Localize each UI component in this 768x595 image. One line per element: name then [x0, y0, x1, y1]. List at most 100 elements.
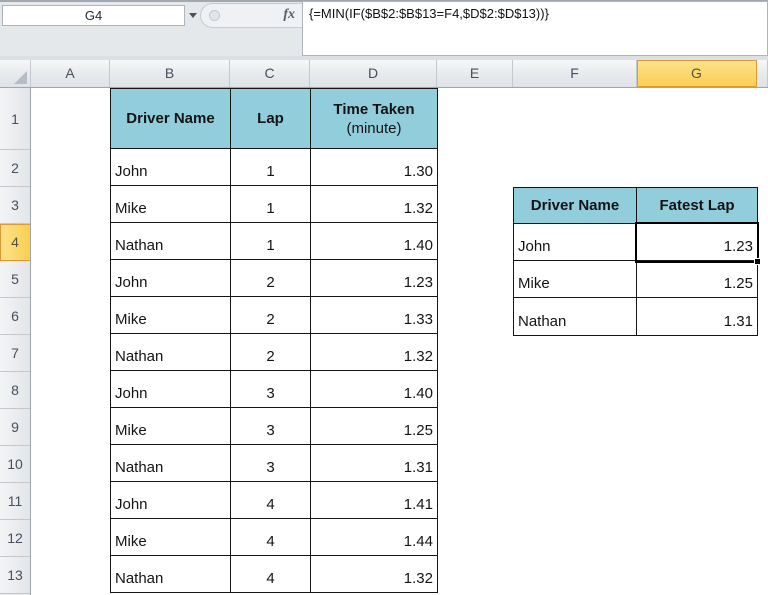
lap-cell[interactable]: 1: [231, 223, 311, 260]
driver-cell[interactable]: John: [111, 482, 231, 519]
time-cell[interactable]: 1.44: [311, 519, 437, 556]
lap-table-header-driver[interactable]: Driver Name: [111, 89, 231, 149]
row-header-8[interactable]: 8: [0, 372, 30, 409]
excel-window: G4 fx {=MIN(IF($B$2:$B$13=F4,$D$2:$D$13)…: [0, 0, 768, 595]
result-table: Driver Name Fatest Lap John 1.23 Mike 1.…: [513, 187, 758, 336]
row-header-13[interactable]: 13: [0, 557, 30, 594]
time-cell[interactable]: 1.33: [311, 297, 437, 334]
table-row: John 4 1.41: [111, 482, 437, 519]
row-header-10[interactable]: 10: [0, 446, 30, 483]
fill-handle[interactable]: [754, 258, 761, 265]
table-row: Mike 2 1.33: [111, 297, 437, 334]
result-value-cell[interactable]: 1.25: [637, 261, 757, 298]
driver-cell[interactable]: Mike: [111, 186, 231, 223]
time-cell[interactable]: 1.23: [311, 260, 437, 297]
table-row: Nathan 4 1.32: [111, 556, 437, 592]
table-row: John 3 1.40: [111, 371, 437, 408]
driver-cell[interactable]: John: [111, 260, 231, 297]
lap-cell[interactable]: 3: [231, 445, 311, 482]
row-header-9[interactable]: 9: [0, 409, 30, 446]
column-header-overflow: [757, 60, 768, 87]
lap-cell[interactable]: 1: [231, 149, 311, 186]
selected-cell-g4[interactable]: 1.23: [637, 224, 757, 261]
table-row: John 1.23: [514, 224, 757, 261]
table-row: Mike 1 1.32: [111, 186, 437, 223]
driver-cell[interactable]: Nathan: [111, 445, 231, 482]
time-cell[interactable]: 1.41: [311, 482, 437, 519]
result-driver-cell[interactable]: John: [514, 224, 637, 261]
column-header-a[interactable]: A: [31, 60, 110, 87]
lap-cell[interactable]: 2: [231, 297, 311, 334]
driver-cell[interactable]: John: [111, 371, 231, 408]
time-cell[interactable]: 1.40: [311, 371, 437, 408]
lap-cell[interactable]: 1: [231, 186, 311, 223]
name-box-dropdown[interactable]: [186, 5, 200, 26]
time-cell[interactable]: 1.32: [311, 556, 437, 592]
result-value-cell[interactable]: 1.31: [637, 298, 757, 335]
column-header-c[interactable]: C: [230, 60, 310, 87]
table-row: Nathan 1.31: [514, 298, 757, 335]
table-row: Nathan 2 1.32: [111, 334, 437, 371]
drag-dot-icon: [209, 10, 220, 21]
lap-cell[interactable]: 3: [231, 408, 311, 445]
lap-table-header-lap[interactable]: Lap: [231, 89, 311, 149]
result-header-driver[interactable]: Driver Name: [514, 188, 637, 224]
driver-cell[interactable]: Nathan: [111, 556, 231, 592]
column-header-b[interactable]: B: [110, 60, 230, 87]
row-header-11[interactable]: 11: [0, 483, 30, 520]
result-driver-cell[interactable]: Mike: [514, 261, 637, 298]
column-header-f[interactable]: F: [513, 60, 637, 87]
time-cell[interactable]: 1.25: [311, 408, 437, 445]
row-header-7[interactable]: 7: [0, 335, 30, 372]
column-header-e[interactable]: E: [437, 60, 513, 87]
lap-cell[interactable]: 2: [231, 334, 311, 371]
driver-cell[interactable]: Nathan: [111, 223, 231, 260]
lap-cell[interactable]: 2: [231, 260, 311, 297]
row-header-12[interactable]: 12: [0, 520, 30, 557]
table-row: John 2 1.23: [111, 260, 437, 297]
lap-table-header-time[interactable]: Time Taken (minute): [311, 89, 437, 149]
insert-function-button[interactable]: fx: [283, 7, 295, 23]
column-header-d[interactable]: D: [310, 60, 437, 87]
table-row: Nathan 1 1.40: [111, 223, 437, 260]
row-header-3[interactable]: 3: [0, 187, 30, 224]
driver-cell[interactable]: Mike: [111, 297, 231, 334]
result-header-fastest-lap[interactable]: Fatest Lap: [637, 188, 757, 224]
select-all-button[interactable]: [0, 60, 31, 87]
row-header-4[interactable]: 4: [0, 224, 30, 261]
name-box[interactable]: G4: [2, 5, 185, 26]
time-header-line1: Time Taken: [333, 100, 415, 118]
time-cell[interactable]: 1.31: [311, 445, 437, 482]
lap-table-header-row: Driver Name Lap Time Taken (minute): [111, 89, 437, 149]
table-row: Mike 3 1.25: [111, 408, 437, 445]
lap-cell[interactable]: 3: [231, 371, 311, 408]
row-header-2[interactable]: 2: [0, 150, 30, 187]
time-cell[interactable]: 1.40: [311, 223, 437, 260]
table-row: John 1 1.30: [111, 149, 437, 186]
table-row: Nathan 3 1.31: [111, 445, 437, 482]
lap-table: Driver Name Lap Time Taken (minute) John…: [110, 88, 438, 593]
time-cell[interactable]: 1.32: [311, 334, 437, 371]
formula-bar: G4 fx {=MIN(IF($B$2:$B$13=F4,$D$2:$D$13)…: [0, 0, 768, 60]
time-header-line2: (minute): [346, 119, 402, 137]
driver-cell[interactable]: Mike: [111, 408, 231, 445]
lap-cell[interactable]: 4: [231, 482, 311, 519]
driver-cell[interactable]: Mike: [111, 519, 231, 556]
select-all-triangle-icon: [14, 71, 27, 84]
result-table-header-row: Driver Name Fatest Lap: [514, 188, 757, 224]
row-header-1[interactable]: 1: [0, 88, 30, 150]
lap-cell[interactable]: 4: [231, 556, 311, 592]
column-header-g[interactable]: G: [637, 60, 757, 87]
result-driver-cell[interactable]: Nathan: [514, 298, 637, 335]
table-row: Mike 1.25: [514, 261, 757, 298]
row-header-5[interactable]: 5: [0, 261, 30, 298]
time-cell[interactable]: 1.32: [311, 186, 437, 223]
driver-cell[interactable]: Nathan: [111, 334, 231, 371]
row-header-6[interactable]: 6: [0, 298, 30, 335]
chevron-down-icon: [189, 13, 197, 18]
table-row: Mike 4 1.44: [111, 519, 437, 556]
formula-input[interactable]: {=MIN(IF($B$2:$B$13=F4,$D$2:$D$13))}: [302, 1, 768, 56]
lap-cell[interactable]: 4: [231, 519, 311, 556]
driver-cell[interactable]: John: [111, 149, 231, 186]
time-cell[interactable]: 1.30: [311, 149, 437, 186]
